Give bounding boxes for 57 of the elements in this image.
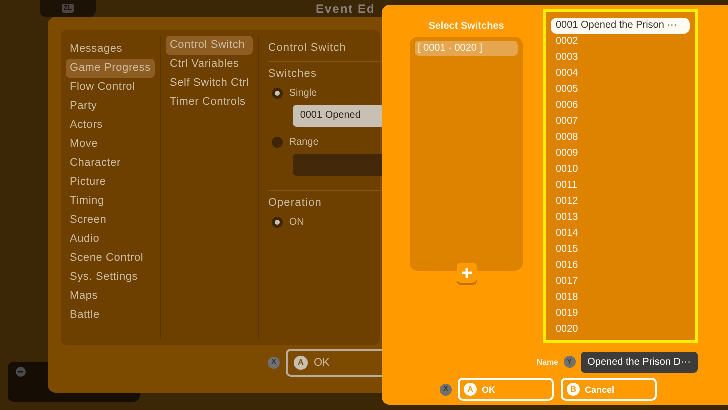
switch-item[interactable]: 0013 bbox=[551, 210, 690, 226]
radio-button[interactable] bbox=[272, 88, 284, 99]
switch-item[interactable]: 0002 bbox=[551, 34, 690, 50]
section-label: Switches bbox=[268, 68, 318, 80]
switch-item[interactable]: 0012 bbox=[551, 194, 690, 210]
category-item[interactable]: Sys. Settings bbox=[66, 268, 155, 287]
category-item[interactable]: Character bbox=[66, 154, 155, 173]
category-item[interactable]: Flow Control bbox=[66, 78, 155, 97]
group-item[interactable]: [ 0001 - 0020 ] bbox=[415, 41, 518, 56]
category-item[interactable]: Audio bbox=[66, 230, 155, 249]
switch-item[interactable]: 0020 bbox=[551, 322, 690, 338]
window-title: Event Ed bbox=[316, 2, 376, 16]
switch-item[interactable]: 0016 bbox=[551, 258, 690, 274]
dialog-title: Select Switches bbox=[428, 21, 504, 34]
switch-item[interactable]: 0003 bbox=[551, 50, 690, 66]
switch-item[interactable]: 0009 bbox=[551, 146, 690, 162]
command-item[interactable]: Ctrl Variables bbox=[166, 55, 254, 74]
radio-button[interactable] bbox=[272, 137, 284, 148]
switch-item[interactable]: 0007 bbox=[551, 114, 690, 130]
category-item[interactable]: Messages bbox=[66, 40, 155, 59]
switch-item[interactable]: 0014 bbox=[551, 226, 690, 242]
command-item[interactable]: Self Switch Ctrl bbox=[166, 74, 254, 93]
category-item[interactable]: Move bbox=[66, 135, 155, 154]
radio-button[interactable] bbox=[272, 217, 284, 228]
switch-item[interactable]: 0010 bbox=[551, 162, 690, 178]
command-item[interactable]: Timer Controls bbox=[166, 93, 254, 112]
section-label: Operation bbox=[268, 197, 322, 209]
section-header: Control Switch bbox=[268, 41, 346, 56]
category-item[interactable]: Actors bbox=[66, 116, 155, 135]
category-item[interactable]: Party bbox=[66, 97, 155, 116]
switch-item[interactable]: 0011 bbox=[551, 178, 690, 194]
category-item[interactable]: Timing bbox=[66, 192, 155, 211]
switch-item[interactable]: 0004 bbox=[551, 66, 690, 82]
category-item[interactable]: Scene Control bbox=[66, 249, 155, 268]
switch-item[interactable]: 0008 bbox=[551, 130, 690, 146]
radio-label: ON bbox=[289, 217, 304, 228]
switch-item[interactable]: 0019 bbox=[551, 306, 690, 322]
switch-item[interactable]: 0018 bbox=[551, 290, 690, 306]
command-item[interactable]: Control Switch bbox=[166, 36, 254, 55]
switch-item[interactable]: 0017 bbox=[551, 274, 690, 290]
radio-label: Range bbox=[289, 137, 319, 148]
category-item[interactable]: Picture bbox=[66, 173, 155, 192]
switch-item[interactable]: 0005 bbox=[551, 82, 690, 98]
switch-item[interactable]: 0015 bbox=[551, 242, 690, 258]
plus-icon bbox=[462, 268, 472, 278]
radio-label: Single bbox=[289, 88, 318, 99]
category-item[interactable]: Maps bbox=[66, 287, 155, 306]
name-tooltip: Opened the Prison D··· bbox=[580, 352, 698, 372]
cancel-button[interactable]: B Cancel bbox=[561, 378, 657, 401]
category-item[interactable]: Battle bbox=[66, 306, 155, 325]
name-label: Name bbox=[536, 358, 559, 366]
switch-item[interactable]: 0006 bbox=[551, 98, 690, 114]
category-item[interactable]: Screen bbox=[66, 211, 155, 230]
ok-button[interactable]: A OK bbox=[458, 378, 554, 401]
category-item[interactable]: Game Progress bbox=[66, 59, 155, 78]
add-button[interactable] bbox=[456, 263, 476, 283]
switch-item[interactable]: 0001 Opened the Prison ··· bbox=[551, 18, 690, 34]
